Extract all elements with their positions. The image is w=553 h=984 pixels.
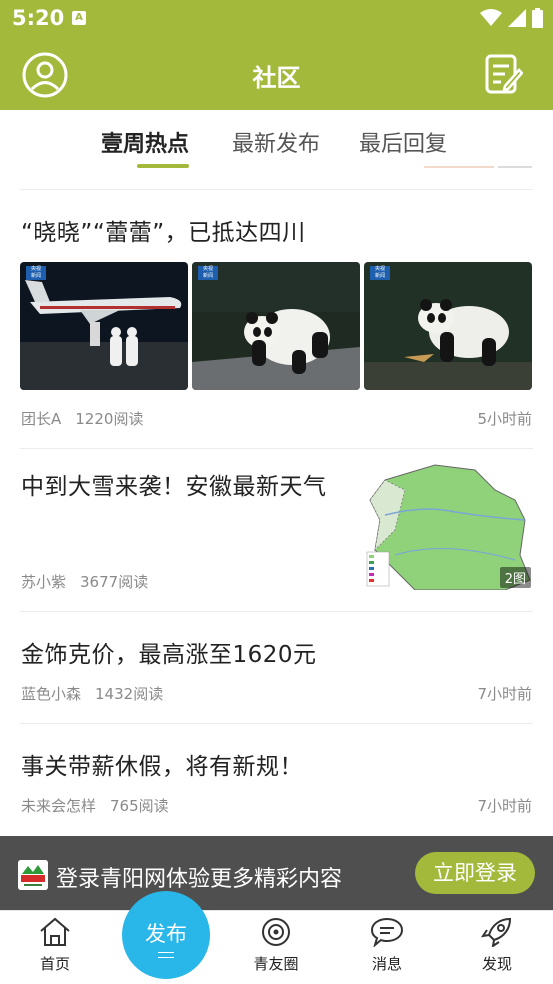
news-logo-icon: 央视 新闻 (26, 266, 46, 280)
image-count-badge: 2图 (499, 567, 531, 588)
nav-discover-label: 发现 (481, 955, 512, 973)
post-author: 团长A (21, 410, 62, 428)
publish-button[interactable]: 发布 (122, 891, 210, 979)
tab-active-indicator (137, 164, 189, 168)
edit-note-icon (485, 54, 524, 94)
signal-icon (508, 9, 526, 27)
post-author: 蓝色小森 (21, 685, 82, 703)
post-image-airplane[interactable]: 央视 新闻 (20, 262, 188, 390)
tab-latest[interactable]: 最新发布 (232, 126, 320, 158)
post-title[interactable]: “晓晓”“蕾蕾”，已抵达四川 (21, 213, 306, 247)
post-reads: 1432阅读 (95, 685, 164, 703)
post-author: 未来会怎样 (21, 797, 97, 815)
login-prompt-text: 登录青阳网体验更多精彩内容 (56, 867, 343, 892)
post-reads: 1220阅读 (75, 410, 144, 428)
battery-icon (532, 8, 543, 28)
divider (20, 611, 533, 612)
nav-messages[interactable]: 消息 (352, 917, 422, 974)
image-edge (424, 166, 494, 168)
post-time: 7小时前 (477, 797, 532, 815)
divider (20, 189, 533, 190)
status-time: 5:20 (12, 6, 65, 30)
post-image-panda-2[interactable]: 央视 新闻 (364, 262, 532, 390)
news-logo-icon: 央视 新闻 (370, 266, 390, 280)
post-author: 苏小紫 (21, 573, 67, 591)
nav-discover[interactable]: 发现 (462, 917, 532, 974)
divider (20, 723, 533, 724)
post-reads: 765阅读 (110, 797, 169, 815)
wifi-icon (480, 9, 502, 26)
publish-label: 发布 (145, 922, 187, 946)
chat-bubble-icon (370, 917, 404, 948)
circle-icon (262, 918, 290, 946)
image-edge (498, 166, 532, 168)
nav-circle-label: 青友圈 (253, 955, 299, 973)
nav-messages-label: 消息 (371, 955, 402, 973)
post-meta: 苏小紫 3677阅读 (21, 571, 148, 592)
nav-home[interactable]: 首页 (20, 917, 90, 974)
tab-weekly-hot[interactable]: 壹周热点 (101, 126, 189, 158)
home-icon (40, 917, 70, 946)
post-title[interactable]: 中到大雪来袭！安徽最新天气 (21, 467, 327, 501)
post-title[interactable]: 金饰克价，最高涨至1620元 (21, 635, 317, 669)
post-image-panda-1[interactable]: 央视 新闻 (192, 262, 360, 390)
divider (20, 448, 533, 449)
news-logo-icon: 央视 新闻 (198, 266, 218, 280)
post-title[interactable]: 事关带薪休假，将有新规！ (21, 747, 303, 781)
rocket-icon (480, 917, 512, 949)
page-title: 社区 (252, 64, 301, 92)
login-button[interactable]: 立即登录 (415, 852, 535, 894)
post-meta: 未来会怎样 765阅读 (21, 795, 169, 816)
tab-bar: 壹周热点 最新发布 最后回复 (0, 110, 553, 170)
status-bar: 5:20 A (0, 0, 553, 38)
post-time: 7小时前 (477, 685, 532, 703)
bottom-nav: 首页 青友圈 消息 发现 (0, 910, 553, 984)
tab-last-reply[interactable]: 最后回复 (359, 126, 447, 158)
app-bar: 社区 (0, 38, 553, 110)
qingyang-logo-icon (18, 860, 48, 890)
status-icons (480, 8, 543, 28)
post-meta: 团长A 1220阅读 (21, 408, 143, 429)
login-prompt-bar: 登录青阳网体验更多精彩内容 立即登录 (0, 836, 553, 912)
nav-home-label: 首页 (39, 955, 70, 973)
compose-button[interactable] (485, 54, 524, 94)
notification-a-icon: A (72, 11, 86, 25)
post-image-map[interactable]: 2图 (365, 460, 533, 590)
publish-lines-icon (158, 952, 174, 958)
post-time: 5小时前 (477, 410, 532, 428)
nav-circle[interactable]: 青友圈 (241, 917, 311, 974)
post-meta: 蓝色小森 1432阅读 (21, 683, 163, 704)
post-reads: 3677阅读 (80, 573, 149, 591)
